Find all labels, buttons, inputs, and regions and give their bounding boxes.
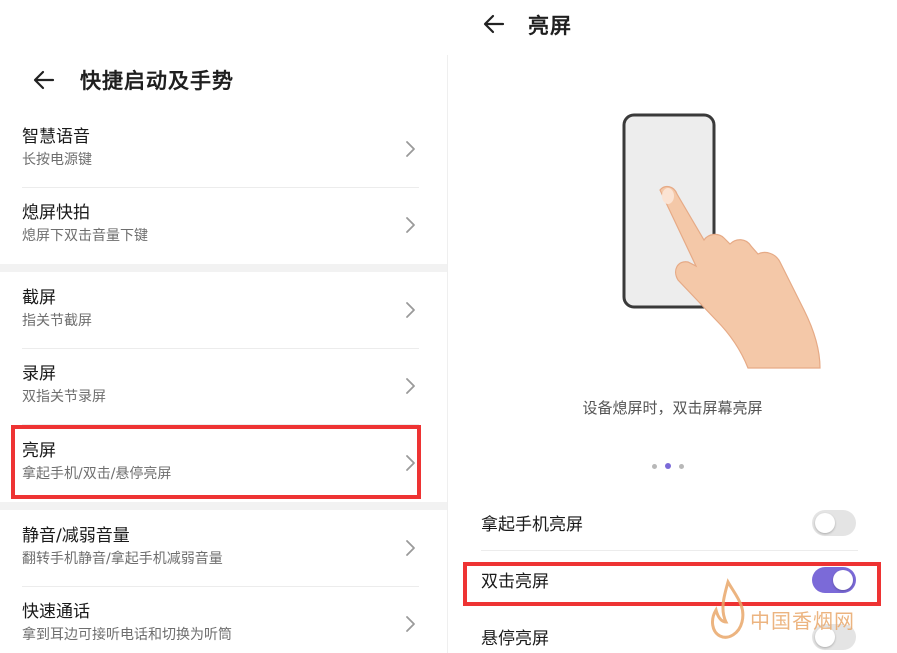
item-subtitle: 长按电源键 — [22, 152, 92, 168]
section-gap — [0, 502, 447, 510]
phone-tap-illustration — [622, 113, 821, 369]
toggle-label: 拿起手机亮屏 — [481, 515, 583, 535]
divider — [481, 550, 858, 551]
list-item-screen-off-snap[interactable]: 熄屏快拍 熄屏下双击音量下键 — [0, 188, 447, 264]
list-item-mute-volume[interactable]: 静音/减弱音量 翻转手机静音/拿起手机减弱音量 — [0, 511, 447, 587]
flame-icon — [711, 578, 745, 639]
item-subtitle: 翻转手机静音/拿起手机减弱音量 — [22, 551, 223, 567]
carousel-dot — [652, 464, 657, 469]
item-title: 熄屏快拍 — [22, 203, 90, 223]
item-title: 快速通话 — [22, 602, 90, 622]
item-subtitle: 双指关节录屏 — [22, 389, 106, 405]
item-title: 静音/减弱音量 — [22, 526, 130, 546]
carousel-dot — [679, 464, 684, 469]
illustration-caption: 设备熄屏时，双击屏幕亮屏 — [582, 399, 763, 417]
toggle-label: 悬停亮屏 — [481, 629, 549, 649]
back-arrow-icon[interactable] — [30, 66, 58, 94]
left-panel: 快捷启动及手势 智慧语音 长按电源键 熄屏快拍 熄屏下双击音量下键 截屏 指关节… — [0, 0, 447, 653]
chevron-right-icon — [406, 540, 415, 556]
chevron-right-icon — [406, 217, 415, 233]
watermark-logo: 中国香烟网 — [706, 578, 896, 648]
chevron-right-icon — [406, 302, 415, 318]
item-title: 截屏 — [22, 288, 56, 308]
item-subtitle: 拿到耳边可接听电话和切换为听筒 — [22, 627, 232, 643]
carousel-indicator — [650, 462, 690, 472]
section-gap — [0, 264, 447, 272]
list-item-screenshot[interactable]: 截屏 指关节截屏 — [0, 273, 447, 349]
item-subtitle: 熄屏下双击音量下键 — [22, 228, 148, 244]
left-header: 快捷启动及手势 — [0, 52, 447, 108]
item-title: 智慧语音 — [22, 127, 90, 147]
highlight-box-wake-screen — [11, 425, 421, 499]
page-title: 亮屏 — [528, 14, 572, 38]
item-title: 录屏 — [22, 364, 56, 384]
right-panel: 亮屏 设备熄屏时，双击屏幕亮屏 拿起手机亮屏 双击亮屏 悬停亮屏 — [448, 0, 897, 653]
item-subtitle: 指关节截屏 — [22, 313, 92, 329]
carousel-dot-active — [665, 463, 671, 469]
list-item-screen-record[interactable]: 录屏 双指关节录屏 — [0, 349, 447, 425]
lift-to-wake-toggle[interactable] — [812, 510, 856, 536]
chevron-right-icon — [406, 141, 415, 157]
page-title: 快捷启动及手势 — [80, 69, 234, 93]
toggle-knob — [815, 513, 835, 533]
list-item-smart-voice[interactable]: 智慧语音 长按电源键 — [0, 112, 447, 188]
chevron-right-icon — [406, 378, 415, 394]
chevron-right-icon — [406, 616, 415, 632]
toggle-row-lift-to-wake: 拿起手机亮屏 — [448, 496, 897, 552]
watermark-text: 中国香烟网 — [750, 609, 855, 633]
list-item-quick-call[interactable]: 快速通话 拿到耳边可接听电话和切换为听筒 — [0, 587, 447, 653]
back-arrow-icon[interactable] — [480, 10, 508, 38]
